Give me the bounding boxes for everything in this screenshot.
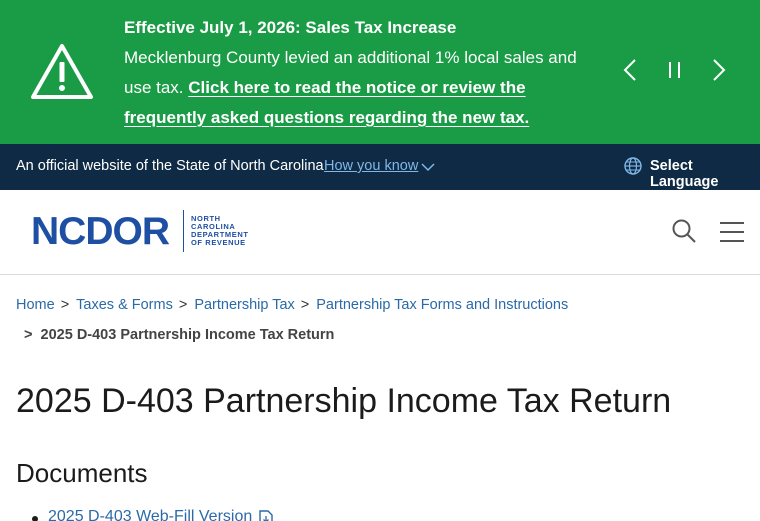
ncdor-logo[interactable]: NCDOR: [31, 210, 170, 254]
site-header: NCDOR NORTH CAROLINA DEPARTMENT OF REVEN…: [0, 190, 760, 275]
official-site-bar: An official website of the State of Nort…: [0, 144, 760, 190]
breadcrumb-home[interactable]: Home: [16, 297, 55, 313]
page-title: 2025 D-403 Partnership Income Tax Return: [16, 382, 672, 420]
how-you-know-link[interactable]: How you know: [324, 158, 418, 174]
breadcrumb-forms-instructions[interactable]: Partnership Tax Forms and Instructions: [316, 297, 568, 313]
alert-text: Effective July 1, 2026: Sales Tax Increa…: [124, 13, 584, 133]
globe-icon[interactable]: [623, 156, 643, 176]
alert-banner: Effective July 1, 2026: Sales Tax Increa…: [0, 0, 760, 144]
alert-notice-link[interactable]: Click here to read the notice or review …: [124, 78, 529, 127]
pause-icon[interactable]: [661, 56, 689, 84]
logo-divider: [183, 210, 184, 252]
file-download-icon[interactable]: [259, 510, 273, 521]
breadcrumb-separator: >: [178, 297, 188, 313]
list-bullet: [32, 516, 38, 521]
breadcrumb-separator: >: [24, 327, 33, 343]
document-link[interactable]: 2025 D-403 Web-Fill Version: [48, 508, 252, 521]
logo-subtitle: NORTH CAROLINA DEPARTMENT OF REVENUE: [191, 215, 249, 247]
warning-icon: [31, 44, 93, 99]
hamburger-menu-icon[interactable]: [719, 221, 745, 243]
breadcrumb-current: 2025 D-403 Partnership Income Tax Return: [40, 327, 335, 343]
logo-sub-line: OF REVENUE: [191, 238, 246, 247]
chevron-right-icon[interactable]: [704, 56, 732, 84]
breadcrumb: Home > Taxes & Forms > Partnership Tax > Partn…: [16, 297, 568, 313]
chevron-down-icon[interactable]: [421, 162, 435, 172]
breadcrumb-taxes-forms[interactable]: Taxes & Forms: [76, 297, 173, 313]
search-icon[interactable]: [671, 218, 697, 244]
breadcrumb-partnership-tax[interactable]: Partnership Tax: [194, 297, 294, 313]
breadcrumb-separator: >: [300, 297, 310, 313]
breadcrumb-current-row: > 2025 D-403 Partnership Income Tax Retu…: [24, 327, 334, 343]
select-language-button[interactable]: Select Language: [650, 158, 760, 190]
documents-heading: Documents: [16, 458, 148, 488]
chevron-left-icon[interactable]: [617, 56, 645, 84]
alert-title: Effective July 1, 2026: Sales Tax Increa…: [124, 18, 457, 37]
breadcrumb-separator: >: [60, 297, 70, 313]
official-site-text: An official website of the State of Nort…: [16, 158, 324, 174]
